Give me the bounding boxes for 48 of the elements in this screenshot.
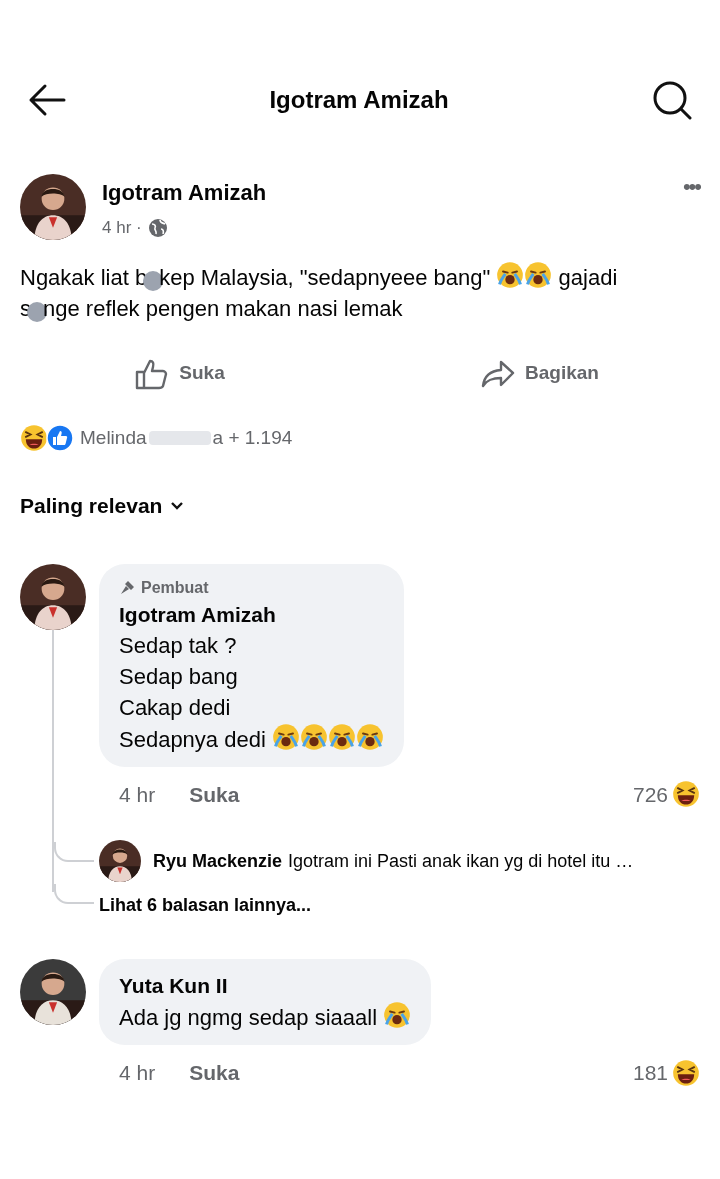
share-button[interactable]: Bagikan bbox=[481, 357, 599, 390]
more-options-icon[interactable]: ••• bbox=[682, 176, 700, 198]
share-arrow-icon bbox=[481, 358, 516, 389]
page-title: Igotram Amizah bbox=[269, 85, 449, 115]
reaction-count[interactable]: 181 bbox=[632, 1057, 668, 1089]
message-text: Sedap bang bbox=[119, 663, 238, 689]
sort-dropdown[interactable]: Paling relevan bbox=[20, 490, 185, 522]
chevron-down-icon bbox=[170, 500, 185, 511]
message-text: Sedap tak ? bbox=[119, 632, 237, 658]
like-link[interactable]: Suka bbox=[189, 1057, 240, 1089]
crying-face-icon bbox=[299, 722, 328, 751]
message-text: Sedapnya dedi bbox=[119, 726, 267, 752]
crying-face-icon bbox=[524, 260, 553, 289]
crying-face-icon bbox=[271, 722, 300, 751]
message-text: Ada jg ngmg sedap siaaall bbox=[119, 1005, 379, 1030]
message-text: kep Malaysia, "sedapnyeee bang" bbox=[159, 264, 492, 290]
reaction-count[interactable]: 726 bbox=[632, 778, 668, 810]
message-text: gajadi bbox=[557, 264, 618, 290]
commenter-name[interactable]: Igotram Amizah bbox=[119, 599, 384, 630]
globe-icon bbox=[147, 217, 168, 238]
message-text: Cakap dedi bbox=[119, 694, 231, 720]
back-arrow-icon[interactable] bbox=[28, 83, 66, 117]
like-reaction-icon bbox=[46, 423, 74, 452]
laughing-face-icon bbox=[672, 780, 700, 809]
commenter-name[interactable]: Yuta Kun II bbox=[119, 971, 412, 1001]
reaction-names[interactable]: Melinda a + 1.194 bbox=[80, 423, 293, 452]
laughing-face-icon bbox=[20, 423, 48, 452]
author-name[interactable]: Igotram Amizah bbox=[102, 176, 683, 209]
thumbs-up-icon bbox=[135, 357, 170, 390]
reply-text: Igotram ini Pasti anak ikan yg di hotel itu … bbox=[288, 849, 634, 873]
message-text: nge reflek pengen makan nasi lemak bbox=[43, 295, 403, 321]
thread-connector bbox=[54, 842, 94, 862]
like-link[interactable]: Suka bbox=[189, 778, 240, 810]
like-button[interactable]: Suka bbox=[135, 357, 225, 390]
crying-face-icon bbox=[355, 722, 384, 751]
crying-face-icon bbox=[383, 1001, 412, 1029]
laughing-face-icon bbox=[672, 1058, 700, 1087]
comment-time: 4 hr bbox=[119, 781, 156, 808]
crying-face-icon bbox=[327, 722, 356, 751]
microphone-icon bbox=[119, 579, 135, 596]
reply-author[interactable]: Ryu Mackenzie bbox=[153, 847, 283, 875]
thread-connector bbox=[54, 884, 94, 904]
crying-face-icon bbox=[496, 260, 525, 289]
search-icon[interactable] bbox=[652, 80, 692, 120]
comment-time: 4 hr bbox=[119, 1060, 156, 1086]
post-time: 4 hr · bbox=[102, 217, 142, 239]
author-label: Pembuat bbox=[141, 577, 209, 598]
more-replies-link[interactable]: Lihat 6 balasan lainnya... bbox=[99, 892, 312, 919]
